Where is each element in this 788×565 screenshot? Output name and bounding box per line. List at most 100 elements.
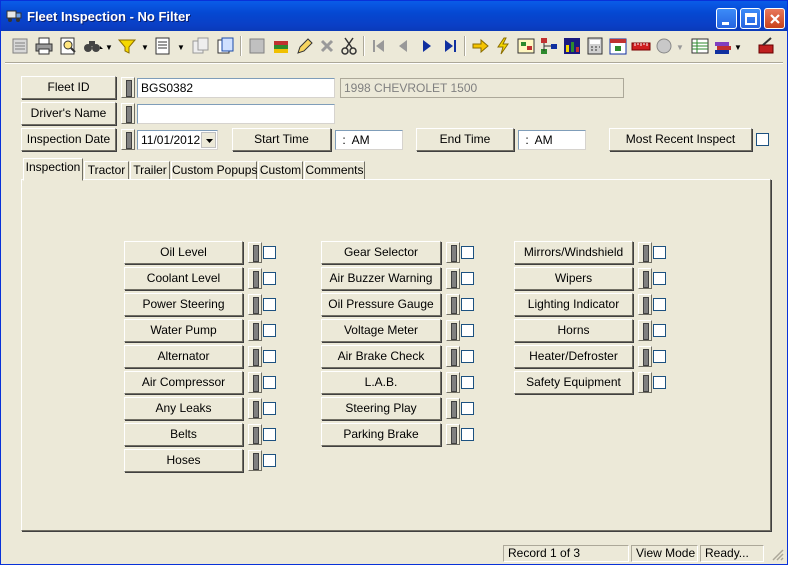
report-icon[interactable]	[152, 35, 174, 57]
heater-defroster-button[interactable]: Heater/Defroster	[514, 345, 633, 368]
previous-record-icon[interactable]	[392, 35, 414, 57]
horns-handle[interactable]	[638, 320, 652, 341]
wipers-handle[interactable]	[638, 268, 652, 289]
steering-play-button[interactable]: Steering Play	[321, 397, 441, 420]
water-pump-checkbox[interactable]	[263, 324, 276, 337]
drivers-name-handle[interactable]	[121, 103, 135, 124]
voltage-meter-handle[interactable]	[446, 320, 460, 341]
stamp-icon[interactable]	[246, 35, 268, 57]
gear-selector-handle[interactable]	[446, 242, 460, 263]
dropdown-arrow-icon[interactable]: ▼	[676, 43, 684, 52]
dropdown-arrow-icon[interactable]: ▼	[141, 43, 149, 52]
oil-pressure-gauge-handle[interactable]	[446, 294, 460, 315]
air-compressor-handle[interactable]	[248, 372, 262, 393]
parking-brake-checkbox[interactable]	[461, 428, 474, 441]
lighting-indicator-checkbox[interactable]	[653, 298, 666, 311]
hoses-checkbox[interactable]	[263, 454, 276, 467]
wipers-button[interactable]: Wipers	[514, 267, 633, 290]
print-preview-icon[interactable]	[57, 35, 79, 57]
horns-checkbox[interactable]	[653, 324, 666, 337]
oil-pressure-gauge-button[interactable]: Oil Pressure Gauge	[321, 293, 441, 316]
date-dropdown-button[interactable]	[201, 132, 216, 148]
l-a-b-button[interactable]: L.A.B.	[321, 371, 441, 394]
calculator-icon[interactable]	[584, 35, 606, 57]
dropdown-arrow-icon[interactable]: ▼	[177, 43, 185, 52]
power-steering-handle[interactable]	[248, 294, 262, 315]
books-stack-icon[interactable]	[712, 35, 734, 57]
coolant-level-button[interactable]: Coolant Level	[124, 267, 243, 290]
inspection-date-field[interactable]: 11/01/2012	[137, 130, 218, 150]
lighting-indicator-button[interactable]: Lighting Indicator	[514, 293, 633, 316]
list-icon[interactable]	[9, 35, 31, 57]
goto-icon[interactable]	[469, 35, 491, 57]
lighting-indicator-handle[interactable]	[638, 294, 652, 315]
books-icon[interactable]	[270, 35, 292, 57]
fleet-id-handle[interactable]	[121, 77, 135, 98]
inspection-date-handle[interactable]	[121, 129, 135, 150]
alternator-button[interactable]: Alternator	[124, 345, 243, 368]
explorer-icon[interactable]	[515, 35, 537, 57]
heater-defroster-checkbox[interactable]	[653, 350, 666, 363]
print-icon[interactable]	[33, 35, 55, 57]
mirrors-windshield-button[interactable]: Mirrors/Windshield	[514, 241, 633, 264]
new-record-icon[interactable]	[214, 35, 236, 57]
minimize-button[interactable]	[716, 8, 737, 29]
air-brake-check-handle[interactable]	[446, 346, 460, 367]
inspection-date-button[interactable]: Inspection Date	[21, 128, 116, 151]
alternator-handle[interactable]	[248, 346, 262, 367]
last-record-icon[interactable]	[439, 35, 461, 57]
air-compressor-button[interactable]: Air Compressor	[124, 371, 243, 394]
globe-icon[interactable]	[653, 35, 675, 57]
notes-icon[interactable]	[689, 35, 711, 57]
heater-defroster-handle[interactable]	[638, 346, 652, 367]
most-recent-inspect-button[interactable]: Most Recent Inspect	[609, 128, 752, 151]
start-time-button[interactable]: Start Time	[232, 128, 331, 151]
any-leaks-handle[interactable]	[248, 398, 262, 419]
mirrors-windshield-checkbox[interactable]	[653, 246, 666, 259]
mirrors-windshield-handle[interactable]	[638, 242, 652, 263]
most-recent-inspect-checkbox[interactable]	[756, 133, 769, 146]
calendar-icon[interactable]	[607, 35, 629, 57]
parking-brake-handle[interactable]	[446, 424, 460, 445]
gear-selector-button[interactable]: Gear Selector	[321, 241, 441, 264]
oil-level-checkbox[interactable]	[263, 246, 276, 259]
first-record-icon[interactable]	[368, 35, 390, 57]
drivers-name-button[interactable]: Driver's Name	[21, 102, 116, 125]
oil-level-button[interactable]: Oil Level	[124, 241, 243, 264]
air-brake-check-button[interactable]: Air Brake Check	[321, 345, 441, 368]
tab-custom-popups[interactable]: Custom Popups	[171, 161, 257, 180]
safety-equipment-button[interactable]: Safety Equipment	[514, 371, 633, 394]
ruler-icon[interactable]	[630, 35, 652, 57]
tab-comments[interactable]: Comments	[304, 161, 365, 180]
parking-brake-button[interactable]: Parking Brake	[321, 423, 441, 446]
maximize-button[interactable]	[740, 8, 761, 29]
tab-custom[interactable]: Custom	[258, 161, 303, 180]
steering-play-handle[interactable]	[446, 398, 460, 419]
any-leaks-button[interactable]: Any Leaks	[124, 397, 243, 420]
voltage-meter-button[interactable]: Voltage Meter	[321, 319, 441, 342]
fleet-id-field[interactable]: BGS0382	[137, 78, 335, 98]
l-a-b-handle[interactable]	[446, 372, 460, 393]
voltage-meter-checkbox[interactable]	[461, 324, 474, 337]
tab-inspection[interactable]: Inspection	[23, 158, 83, 181]
tree-icon[interactable]	[538, 35, 560, 57]
resize-grip-icon[interactable]	[772, 549, 784, 561]
start-time-field[interactable]: : AM	[335, 130, 403, 150]
next-record-icon[interactable]	[416, 35, 438, 57]
air-brake-check-checkbox[interactable]	[461, 350, 474, 363]
any-leaks-checkbox[interactable]	[263, 402, 276, 415]
dropdown-arrow-icon[interactable]: ▼	[734, 43, 742, 52]
chart-icon[interactable]	[561, 35, 583, 57]
water-pump-button[interactable]: Water Pump	[124, 319, 243, 342]
power-steering-checkbox[interactable]	[263, 298, 276, 311]
close-button[interactable]	[764, 8, 785, 29]
hoses-handle[interactable]	[248, 450, 262, 471]
horns-button[interactable]: Horns	[514, 319, 633, 342]
filter-icon[interactable]	[116, 35, 138, 57]
fleet-id-button[interactable]: Fleet ID	[21, 76, 116, 99]
air-compressor-checkbox[interactable]	[263, 376, 276, 389]
end-time-button[interactable]: End Time	[416, 128, 514, 151]
steering-play-checkbox[interactable]	[461, 402, 474, 415]
safety-equipment-checkbox[interactable]	[653, 376, 666, 389]
oil-level-handle[interactable]	[248, 242, 262, 263]
